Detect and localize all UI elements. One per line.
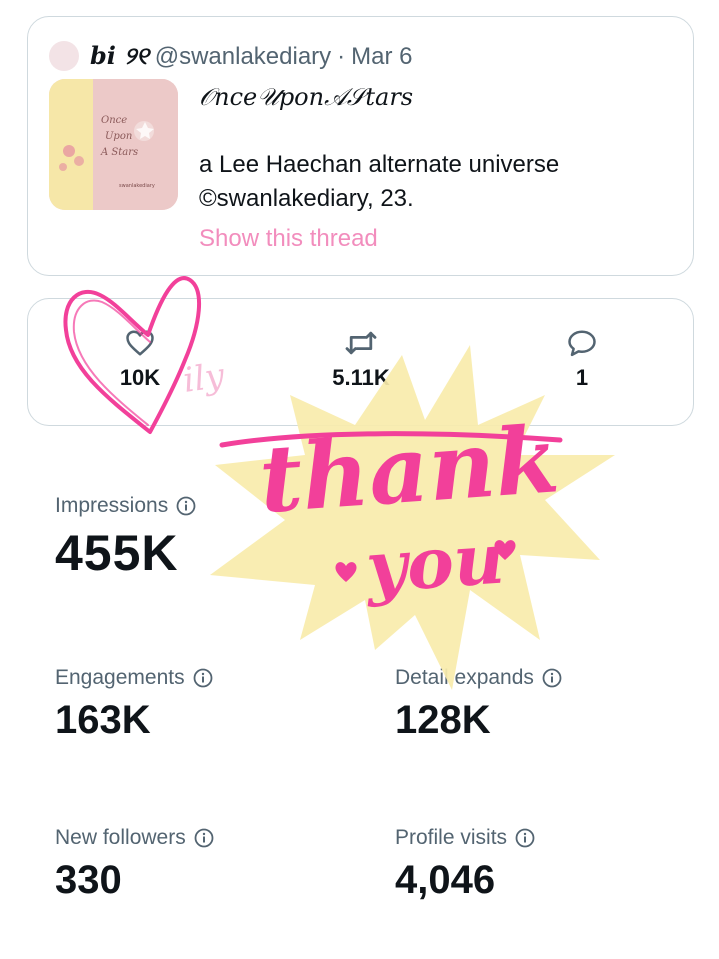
engagements-metric: Engagements 163K: [55, 666, 213, 743]
impressions-label: Impressions: [55, 494, 169, 517]
new-followers-label: New followers: [55, 826, 186, 849]
repost-icon[interactable]: [344, 329, 378, 357]
profile-visits-metric: Profile visits 4,046: [395, 826, 535, 903]
tweet-thumbnail[interactable]: Once Upon A Stars swanlakediary: [49, 79, 178, 210]
info-icon[interactable]: [515, 828, 535, 848]
engagements-label: Engagements: [55, 666, 185, 689]
new-followers-metric: New followers 330: [55, 826, 214, 903]
heart-icon[interactable]: [125, 329, 155, 357]
detail-expands-label-row: Detail expands: [395, 666, 562, 690]
tweet-title: 𝒪nce𝒰pon𝒜𝒮tars: [199, 83, 414, 111]
engagement-card: 10K 5.11K 1: [27, 298, 694, 426]
info-icon[interactable]: [193, 668, 213, 688]
new-followers-label-row: New followers: [55, 826, 214, 850]
impressions-metric: Impressions 455K: [55, 494, 196, 582]
info-icon[interactable]: [542, 668, 562, 688]
cover-title-1: Once: [101, 115, 127, 126]
reply-icon[interactable]: [567, 329, 597, 357]
impressions-value: 455K: [55, 525, 179, 581]
show-thread-link[interactable]: Show this thread: [199, 225, 378, 253]
cover-title-2: Upon: [105, 131, 132, 142]
reposts-stat[interactable]: 5.11K: [311, 329, 411, 391]
cover-title-3: A Stars: [100, 147, 138, 158]
tweet-header: bi ୨୧ @swanlakediary · Mar 6: [90, 41, 413, 71]
reposts-count: 5.11K: [332, 365, 390, 390]
profile-visits-label-row: Profile visits: [395, 826, 535, 850]
display-name[interactable]: bi ୨୧: [90, 41, 149, 70]
replies-stat[interactable]: 1: [532, 329, 632, 391]
detail-expands-label: Detail expands: [395, 666, 534, 689]
profile-visits-value: 4,046: [395, 858, 496, 902]
replies-count: 1: [575, 365, 589, 390]
detail-expands-value: 128K: [395, 698, 491, 742]
likes-stat[interactable]: 10K: [90, 329, 190, 391]
avatar[interactable]: [49, 41, 79, 71]
detail-expands-metric: Detail expands 128K: [395, 666, 562, 743]
engagements-value: 163K: [55, 698, 151, 742]
tweet-date[interactable]: Mar 6: [351, 43, 412, 70]
handle[interactable]: @swanlakediary: [155, 43, 331, 70]
book-cover-image: Once Upon A Stars swanlakediary: [49, 79, 178, 210]
info-icon[interactable]: [176, 496, 196, 516]
impressions-label-row: Impressions: [55, 494, 196, 518]
quoted-tweet-card[interactable]: bi ୨୧ @swanlakediary · Mar 6 Once Upon A St…: [27, 16, 694, 276]
small-heart-right-icon: [494, 540, 516, 560]
thank-underline-stroke: [219, 431, 563, 448]
new-followers-value: 330: [55, 858, 122, 902]
small-heart-left-icon: [335, 562, 357, 582]
tweet-line-3: ©swanlakediary, 23.: [199, 185, 414, 212]
profile-visits-label: Profile visits: [395, 826, 508, 849]
header-separator: ·: [337, 43, 346, 70]
cover-author: swanlakediary: [119, 183, 155, 189]
engagements-label-row: Engagements: [55, 666, 213, 690]
tweet-line-2: a Lee Haechan alternate universe: [199, 151, 560, 178]
info-icon[interactable]: [194, 828, 214, 848]
likes-count: 10K: [119, 365, 161, 390]
you-text: you: [361, 517, 507, 610]
